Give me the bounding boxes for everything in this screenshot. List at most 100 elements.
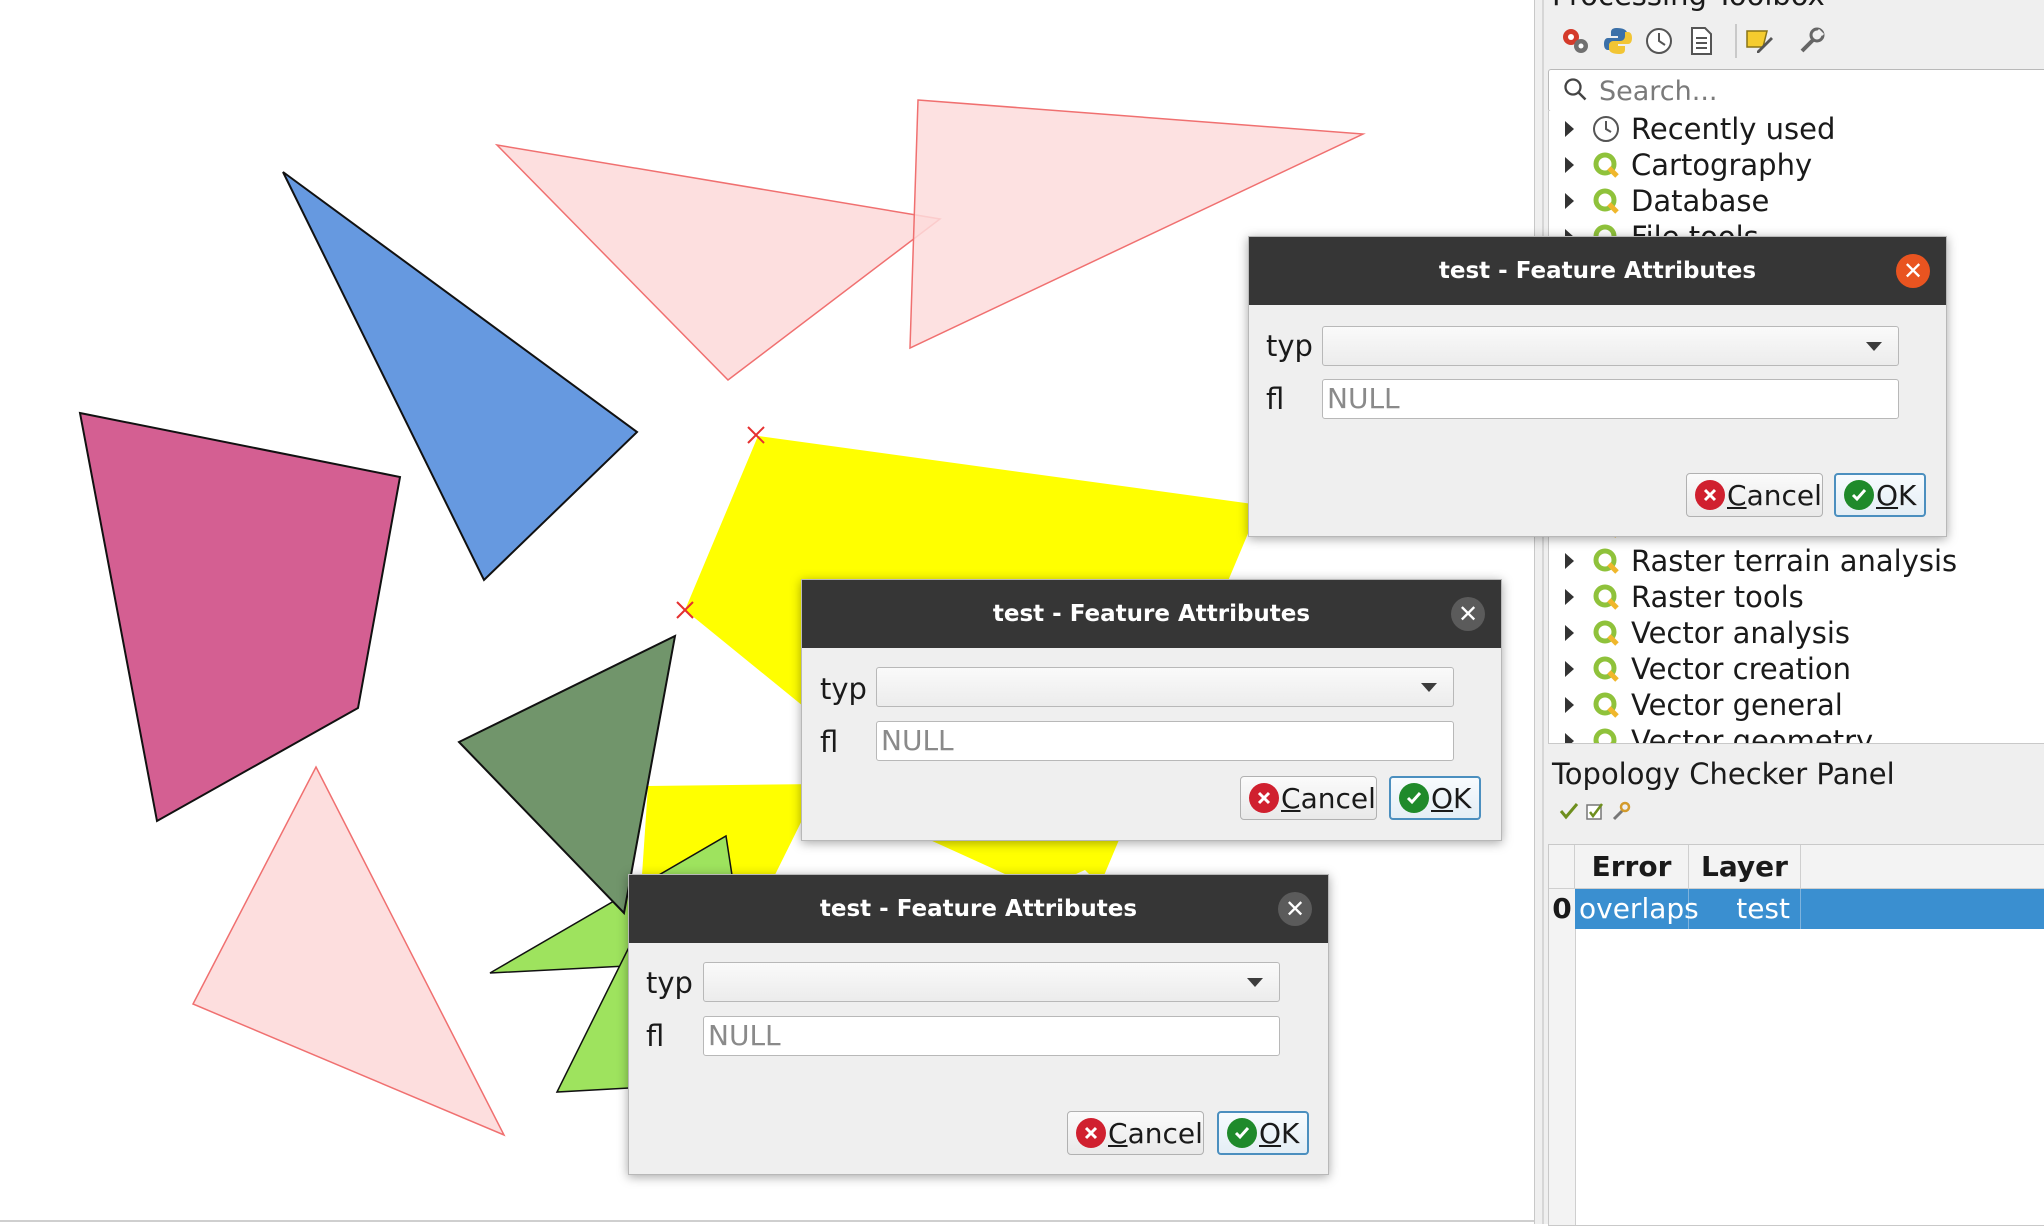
canvas-bottom-border <box>0 1220 1534 1222</box>
ok-check-icon <box>1399 783 1429 813</box>
fl-label: fl <box>820 725 839 759</box>
qgis-icon <box>1591 186 1621 216</box>
tree-item-raster-tools[interactable]: Raster tools <box>1549 579 2044 615</box>
dialog-title: test - Feature Attributes <box>819 896 1138 922</box>
close-icon[interactable]: ✕ <box>1451 597 1485 631</box>
magenta-quad[interactable] <box>78 411 402 823</box>
feature-attributes-dialog-1[interactable]: test - Feature Attributes ✕ typ fl NULL … <box>1248 236 1947 537</box>
tree-item-vector-geometry[interactable]: Vector geometry <box>1549 723 2044 744</box>
tree-item-vector-creation[interactable]: Vector creation <box>1549 651 2044 687</box>
tree-item-raster-terrain-analysis[interactable]: Raster terrain analysis <box>1549 543 2044 579</box>
tree-item-recently-used[interactable]: Recently used <box>1549 111 2044 147</box>
tree-item-label: Cartography <box>1631 148 1813 182</box>
row-index[interactable]: 0 <box>1549 889 1575 929</box>
ok-button[interactable]: OK <box>1834 473 1926 517</box>
ok-check-icon <box>1227 1118 1257 1148</box>
cancel-mnemonic: C <box>1108 1116 1128 1150</box>
fl-input[interactable]: NULL <box>703 1016 1280 1056</box>
expand-arrow-icon[interactable] <box>1565 733 1574 743</box>
tree-item-label: Raster terrain analysis <box>1631 544 1958 578</box>
tree-item-label: Vector geometry <box>1631 724 1874 744</box>
toolbox-search[interactable] <box>1548 69 2044 112</box>
pink-triangle-top-left[interactable] <box>494 143 942 381</box>
tree-item-label: Recently used <box>1631 112 1836 146</box>
expand-arrow-icon[interactable] <box>1565 553 1574 569</box>
table-cell-error[interactable]: overlaps <box>1575 889 1699 929</box>
results-icon[interactable] <box>1684 24 1718 58</box>
cancel-button[interactable]: Cancel <box>1067 1111 1204 1155</box>
ok-mnemonic: O <box>1431 781 1454 815</box>
ok-mnemonic: O <box>1259 1116 1282 1150</box>
ok-check-icon <box>1844 480 1874 510</box>
typ-combobox[interactable] <box>876 667 1454 707</box>
chevron-down-icon <box>1421 683 1437 692</box>
search-input[interactable] <box>1597 74 2041 108</box>
options-icon[interactable] <box>1795 24 1829 58</box>
qgis-icon <box>1591 726 1621 743</box>
ok-mnemonic: O <box>1876 478 1899 512</box>
history-icon[interactable] <box>1642 24 1676 58</box>
expand-arrow-icon[interactable] <box>1565 697 1574 713</box>
topology-checker-title: Topology Checker Panel <box>1552 757 1895 791</box>
configure-rules-icon[interactable] <box>1610 800 1632 822</box>
typ-combobox[interactable] <box>1322 326 1899 366</box>
tree-item-vector-analysis[interactable]: Vector analysis <box>1549 615 2044 651</box>
topology-error-table[interactable]: Error Layer 0 overlaps test <box>1548 844 2044 1226</box>
cancel-icon <box>1076 1118 1106 1148</box>
ok-label: K <box>1453 781 1472 815</box>
cancel-icon <box>1695 480 1725 510</box>
qgis-icon <box>1591 546 1621 576</box>
qgis-icon <box>1591 150 1621 180</box>
table-corner <box>1549 845 1575 889</box>
expand-arrow-icon[interactable] <box>1565 661 1574 677</box>
tree-item-cartography[interactable]: Cartography <box>1549 147 2044 183</box>
tree-item-label: Raster tools <box>1631 580 1804 614</box>
tree-item-vector-general[interactable]: Vector general <box>1549 687 2044 723</box>
typ-label: typ <box>1266 329 1313 363</box>
cancel-label: ancel <box>1127 1116 1203 1150</box>
tree-item-label: Vector general <box>1631 688 1843 722</box>
column-header-error[interactable]: Error <box>1575 845 1689 889</box>
feature-attributes-dialog-3[interactable]: test - Feature Attributes ✕ typ fl NULL … <box>628 874 1329 1175</box>
chevron-down-icon <box>1247 978 1263 987</box>
qgis-icon <box>1591 654 1621 684</box>
expand-arrow-icon[interactable] <box>1565 589 1574 605</box>
chevron-down-icon <box>1866 342 1882 351</box>
column-header-filler <box>1801 845 2044 889</box>
row-header-strip <box>1549 889 1576 1225</box>
expand-arrow-icon[interactable] <box>1565 121 1574 137</box>
fl-input[interactable]: NULL <box>1322 379 1899 419</box>
ok-button[interactable]: OK <box>1389 776 1481 820</box>
cancel-button[interactable]: Cancel <box>1240 776 1377 820</box>
feature-attributes-dialog-2[interactable]: test - Feature Attributes ✕ typ fl NULL … <box>801 579 1502 841</box>
qgis-icon <box>1591 582 1621 612</box>
edit-features-icon[interactable] <box>1742 24 1776 58</box>
table-cell-layer[interactable]: test <box>1689 889 1801 929</box>
dock-splitter[interactable] <box>1542 0 1544 1224</box>
fl-label: fl <box>646 1019 665 1053</box>
python-icon[interactable] <box>1601 24 1635 58</box>
cancel-mnemonic: C <box>1727 478 1747 512</box>
pink-triangle-bottom[interactable] <box>191 765 506 1137</box>
close-icon[interactable]: ✕ <box>1896 254 1930 288</box>
vertex-marker-1 <box>747 426 765 444</box>
validate-extent-icon[interactable] <box>1584 800 1606 822</box>
typ-label: typ <box>820 672 867 706</box>
cancel-button[interactable]: Cancel <box>1686 473 1823 517</box>
typ-combobox[interactable] <box>703 962 1280 1002</box>
tree-item-label: Database <box>1631 184 1770 218</box>
fl-input[interactable]: NULL <box>876 721 1454 761</box>
models-icon[interactable] <box>1558 24 1592 58</box>
column-header-layer[interactable]: Layer <box>1689 845 1801 889</box>
expand-arrow-icon[interactable] <box>1565 193 1574 209</box>
dialog-title: test - Feature Attributes <box>992 601 1311 627</box>
ok-button[interactable]: OK <box>1217 1111 1309 1155</box>
cancel-label: ancel <box>1300 781 1376 815</box>
tree-item-database[interactable]: Database <box>1549 183 2044 219</box>
close-icon[interactable]: ✕ <box>1278 892 1312 926</box>
qgis-icon <box>1591 690 1621 720</box>
expand-arrow-icon[interactable] <box>1565 157 1574 173</box>
validate-all-icon[interactable] <box>1558 800 1580 822</box>
expand-arrow-icon[interactable] <box>1565 625 1574 641</box>
typ-label: typ <box>646 966 693 1000</box>
